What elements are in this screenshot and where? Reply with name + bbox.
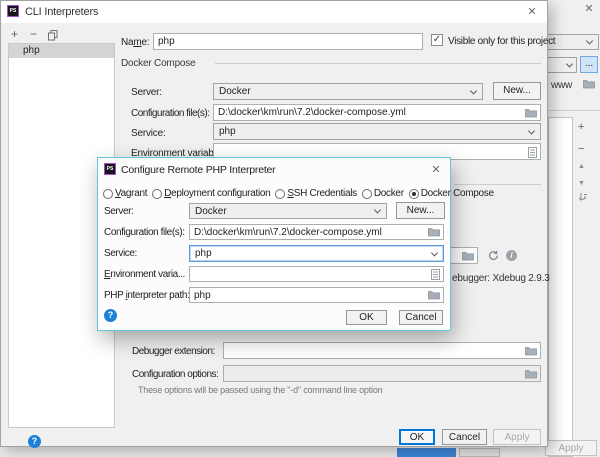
remove-interpreter-icon[interactable]: − (30, 29, 37, 39)
add-interpreter-icon[interactable]: + (11, 29, 18, 39)
add-icon[interactable]: + (578, 122, 584, 132)
folder-icon[interactable] (428, 290, 440, 303)
list-item-php[interactable]: php (9, 44, 114, 58)
help-icon[interactable]: ? (28, 435, 41, 448)
general-section-separator-fragment (454, 184, 541, 185)
ok-button[interactable]: OK (346, 310, 387, 325)
configuration-files-input[interactable]: D:\docker\km\run\7.2\docker-compose.yml (189, 224, 444, 240)
service-label: Service: (104, 248, 188, 259)
server-dropdown[interactable]: Docker (189, 203, 387, 219)
radio-icon (362, 189, 372, 199)
chevron-down-icon (566, 60, 573, 67)
configuration-files-label: Configuration file(s): (131, 108, 209, 119)
radio-icon (275, 189, 285, 199)
close-icon[interactable]: ✕ (524, 4, 540, 20)
configuration-files-label: Configuration file(s): (104, 227, 188, 238)
phpstorm-logo-icon: PS (7, 5, 19, 17)
radio-deployment-configuration[interactable]: Deployment configuration (152, 188, 270, 199)
browse-interpreters-button[interactable]: ... (580, 56, 598, 73)
folder-icon[interactable] (525, 108, 537, 121)
dialog-title: CLI Interpreters (25, 6, 98, 18)
close-icon[interactable]: ✕ (581, 1, 597, 17)
visible-only-label: Visible only for this project (448, 36, 555, 47)
background-separator (545, 110, 600, 111)
service-dropdown-focused[interactable]: php (189, 245, 444, 262)
chevron-down-icon (586, 37, 593, 44)
radio-icon (152, 189, 162, 199)
debugger-extension-input[interactable] (223, 342, 541, 359)
name-label: Name: (121, 37, 149, 48)
configuration-files-input[interactable]: D:\docker\km\run\7.2\docker-compose.yml (213, 104, 541, 121)
folder-icon[interactable] (583, 79, 595, 92)
php-executable-input-fragment[interactable] (448, 247, 478, 264)
configuration-options-label: Configuration options: (132, 369, 218, 380)
refresh-icon[interactable] (488, 250, 499, 264)
cancel-button[interactable]: Cancel (399, 310, 443, 325)
background-apply-button[interactable]: Apply (545, 440, 597, 456)
environment-variables-label: Environment varia... (104, 269, 188, 280)
env-list-icon[interactable] (431, 269, 440, 282)
new-server-button[interactable]: New... (493, 82, 541, 100)
cancel-button[interactable]: Cancel (442, 429, 487, 445)
chevron-down-icon (528, 127, 535, 134)
apply-button[interactable]: Apply (493, 429, 541, 445)
close-icon[interactable]: ✕ (428, 162, 444, 178)
copy-interpreter-icon[interactable] (48, 30, 58, 44)
radio-selected-icon (409, 189, 419, 199)
folder-icon[interactable] (428, 227, 440, 240)
background-cancel-button-fragment[interactable] (459, 448, 500, 457)
radio-ssh-credentials[interactable]: SSH Credentials (275, 188, 356, 199)
docroot-value: www (551, 80, 572, 91)
folder-icon[interactable] (462, 251, 474, 264)
sort-icon[interactable] (578, 192, 588, 205)
radio-docker-compose[interactable]: Docker Compose (409, 188, 494, 199)
chevron-down-icon (431, 249, 438, 256)
env-list-icon[interactable] (528, 147, 537, 160)
background-dropdown-interpreter[interactable] (547, 57, 577, 73)
ok-button[interactable]: OK (399, 429, 435, 445)
folder-icon[interactable] (525, 346, 537, 359)
background-settings-window: ✕ ... www + − ▲ ▼ (545, 0, 600, 457)
debugger-version-text-fragment: ebugger: Xdebug 2.9.3 (452, 273, 550, 284)
name-input[interactable]: php (153, 33, 423, 50)
info-icon[interactable]: i (506, 250, 517, 261)
server-label: Server: (131, 87, 162, 98)
debugger-extension-label: Debugger extension: (132, 346, 215, 357)
chevron-down-icon (374, 206, 381, 213)
options-note: These options will be passed using the "… (138, 385, 382, 395)
phpstorm-logo-icon: PS (104, 163, 116, 175)
service-label: Service: (131, 128, 166, 139)
configure-remote-php-interpreter-dialog: PS Configure Remote PHP Interpreter ✕ Va… (97, 157, 451, 331)
folder-icon[interactable] (525, 369, 537, 382)
radio-icon (103, 189, 113, 199)
background-list-panel (548, 117, 573, 457)
radio-docker[interactable]: Docker (362, 188, 404, 199)
move-up-icon[interactable]: ▲ (578, 162, 585, 172)
php-interpreter-path-input[interactable]: php (189, 287, 444, 303)
php-interpreter-path-label: PHP interpreter path: (104, 290, 192, 301)
configuration-options-input[interactable] (223, 365, 541, 382)
move-down-icon[interactable]: ▼ (578, 179, 585, 189)
dialog-title-bar: PS CLI Interpreters ✕ (1, 1, 547, 23)
chevron-down-icon (470, 87, 477, 94)
server-dropdown[interactable]: Docker (213, 83, 483, 100)
section-separator (215, 63, 541, 64)
service-dropdown[interactable]: php (213, 123, 541, 140)
interpreter-type-radio-group: Vagrant Deployment configuration SSH Cre… (103, 188, 449, 199)
modal-title: Configure Remote PHP Interpreter (121, 164, 275, 176)
help-icon[interactable]: ? (104, 309, 117, 322)
visible-only-checkbox[interactable]: ✓ (431, 34, 443, 46)
new-server-button[interactable]: New... (396, 202, 445, 219)
radio-vagrant[interactable]: Vagrant (103, 188, 147, 199)
background-ok-button-fragment[interactable] (397, 448, 456, 457)
environment-variables-input[interactable] (189, 266, 444, 282)
docker-compose-section-title: Docker Compose (121, 58, 195, 69)
server-label: Server: (104, 206, 188, 217)
remove-icon[interactable]: − (578, 144, 584, 154)
